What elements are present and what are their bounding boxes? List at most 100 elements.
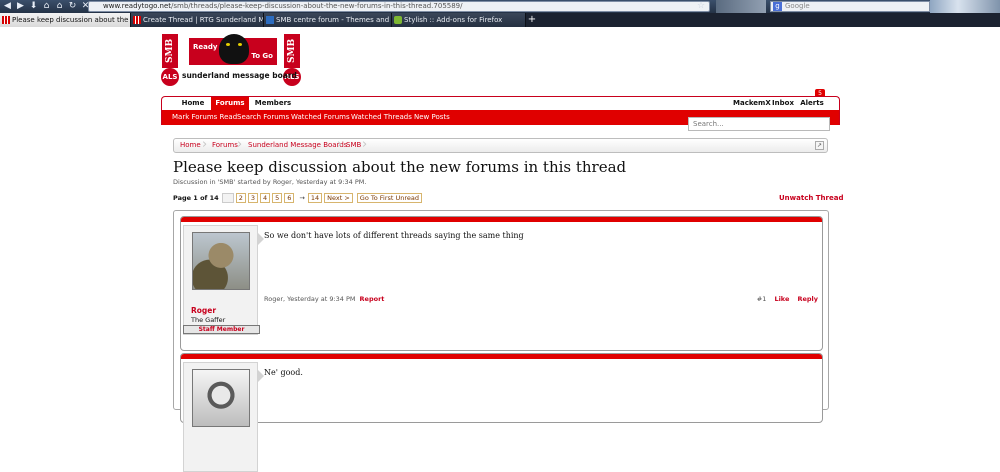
browser-tab-label: SMB centre forum - Themes and Skins f... — [276, 16, 391, 24]
thread-title: Please keep discussion about the new for… — [173, 158, 627, 176]
browser-tab-label: Stylish :: Add-ons for Firefox — [404, 16, 503, 24]
user-info: Roger The Gaffer Staff Member — [183, 225, 260, 335]
user-title: The Gaffer — [191, 316, 226, 324]
google-icon: g — [773, 2, 782, 11]
message-text: So we don't have lots of different threa… — [264, 231, 524, 240]
post-author-date[interactable]: Roger, Yesterday at 9:34 PM — [264, 295, 356, 303]
alerts-link[interactable]: Alerts — [799, 97, 825, 110]
reply-link[interactable]: Reply — [797, 295, 818, 303]
post-header-bar — [181, 354, 822, 359]
history-icon[interactable]: ⌂ — [41, 1, 52, 12]
browser-nav-buttons: ◀ ▶ ⬇ ⌂ ⌂ ↻ ✕ — [2, 1, 91, 12]
page-link[interactable]: 3 — [247, 193, 258, 203]
breadcrumb-separator: › — [362, 137, 368, 152]
thread-meta: Discussion in 'SMB' started by Roger, Ye… — [173, 178, 367, 186]
logo-to-go-text: To Go — [251, 52, 273, 60]
report-link[interactable]: Report — [360, 295, 385, 303]
mark-forums-read-link[interactable]: Mark Forums Read — [172, 110, 237, 125]
browser-tab-label: Create Thread | RTG Sunderland Messag... — [143, 16, 264, 24]
logo-ready-text: Ready — [193, 43, 218, 51]
watched-threads-link[interactable]: Watched Threads — [351, 110, 412, 125]
browser-tab-4[interactable]: Stylish :: Add-ons for Firefox — [392, 13, 526, 27]
site-logo[interactable]: SMB SMB ALS ALS Ready To Go sunderland m… — [161, 34, 301, 87]
url-host: www.readytogo.net — [103, 2, 172, 10]
address-bar[interactable]: www.readytogo.net/smb/threads/please-kee… — [88, 1, 710, 12]
page-nav: Page 1 of 14 2 3 4 5 6 → 14 Next > Go To… — [173, 193, 424, 203]
nav-tab-members[interactable]: Members — [254, 97, 292, 110]
browser-tab-2[interactable]: Create Thread | RTG Sunderland Messag... — [131, 13, 264, 27]
post: Ne' good. — [180, 353, 823, 472]
staff-member-ribbon: Staff Member — [183, 325, 260, 334]
browser-search-placeholder: Google — [785, 2, 810, 10]
logo-smb-left: SMB — [162, 34, 178, 68]
go-to-first-unread-button[interactable]: Go To First Unread — [356, 193, 423, 203]
post-actions: #1 Like Reply — [751, 295, 818, 303]
breadcrumb-smb[interactable]: SMB — [346, 139, 361, 152]
avatar[interactable] — [192, 232, 250, 290]
back-icon[interactable]: ◀ — [2, 1, 13, 12]
logo-smb-right: SMB — [284, 34, 300, 68]
url-path: /smb/threads/please-keep-discussion-abou… — [171, 2, 463, 10]
user-info — [183, 362, 258, 472]
rtg-favicon-icon — [133, 16, 141, 24]
browser-toolbar: ◀ ▶ ⬇ ⌂ ⌂ ↻ ✕ www.readytogo.net/smb/thre… — [0, 0, 1000, 13]
smb-favicon-icon — [266, 16, 274, 24]
reload-icon[interactable]: ↻ — [67, 1, 78, 12]
stylish-favicon-icon — [394, 16, 402, 24]
message-list: Roger The Gaffer Staff Member So we don'… — [173, 210, 829, 472]
message-text: Ne' good. — [264, 368, 303, 377]
download-icon[interactable]: ⬇ — [28, 1, 39, 12]
message-meta: Roger, Yesterday at 9:34 PM Report #1 Lik… — [264, 295, 818, 305]
browser-tab-label: Please keep discussion about the new... — [12, 16, 130, 24]
logo-badge-left: ALS — [161, 68, 179, 86]
page-last-link[interactable]: 14 — [307, 193, 323, 203]
home-icon[interactable]: ⌂ — [54, 1, 65, 12]
page-link[interactable]: 4 — [259, 193, 271, 203]
jump-to-icon[interactable]: ↗ — [815, 141, 824, 150]
inbox-link[interactable]: Inbox — [771, 97, 795, 110]
watched-forums-link[interactable]: Watched Forums — [291, 110, 350, 125]
nav-tab-home[interactable]: Home — [179, 97, 207, 110]
page-link[interactable]: 5 — [272, 193, 283, 203]
rtg-favicon-icon — [2, 16, 10, 24]
account-link[interactable]: MackemX — [733, 97, 771, 110]
breadcrumb-separator: › — [237, 137, 243, 152]
nav-tab-forums[interactable]: Forums — [211, 97, 249, 110]
page-link[interactable]: 2 — [235, 193, 246, 203]
next-page-button[interactable]: Next > — [324, 193, 353, 203]
browser-tab-3[interactable]: SMB centre forum - Themes and Skins f... — [264, 13, 392, 27]
breadcrumb-separator: › — [202, 137, 208, 152]
username[interactable]: Roger — [191, 306, 216, 315]
breadcrumb-home[interactable]: Home — [180, 139, 201, 152]
forum-search-input[interactable]: Search... — [688, 117, 830, 131]
panther-head-icon — [219, 34, 249, 64]
web-page: SMB SMB ALS ALS Ready To Go sunderland m… — [0, 27, 1000, 472]
avatar[interactable] — [192, 369, 250, 427]
logo-banner: Ready To Go — [189, 34, 277, 65]
logo-board-name: sunderland message board — [182, 71, 297, 80]
breadcrumb-sunderland-message-boards[interactable]: Sunderland Message Boards — [248, 139, 347, 152]
close-tab-icon[interactable]: ✕ — [121, 13, 127, 27]
search-forums-link[interactable]: Search Forums — [237, 110, 289, 125]
browser-search-field[interactable]: g Google — [770, 1, 930, 12]
breadcrumb-separator: › — [337, 137, 343, 152]
unwatch-thread-link[interactable]: Unwatch Thread — [779, 194, 843, 202]
page-link[interactable]: 6 — [284, 193, 295, 203]
post: Roger The Gaffer Staff Member So we don'… — [180, 216, 823, 351]
page-current — [221, 193, 234, 203]
breadcrumb: Home › Forums › Sunderland Message Board… — [173, 138, 828, 153]
bookmark-star-icon[interactable]: ☆ — [697, 1, 708, 12]
main-nav: Home Forums Members MackemX Inbox Alerts — [161, 96, 840, 110]
tab-bar: Please keep discussion about the new...✕… — [0, 13, 1000, 27]
toolbar-decoration — [716, 0, 766, 13]
window-decoration — [930, 0, 1000, 13]
post-number[interactable]: #1 — [757, 295, 767, 303]
post-header-bar — [181, 217, 822, 222]
breadcrumb-forums[interactable]: Forums — [212, 139, 238, 152]
like-link[interactable]: Like — [774, 295, 789, 303]
forward-icon[interactable]: ▶ — [15, 1, 26, 12]
new-tab-button[interactable]: + — [526, 13, 538, 27]
browser-tab-1[interactable]: Please keep discussion about the new...✕ — [0, 13, 131, 27]
new-posts-link[interactable]: New Posts — [414, 110, 450, 125]
page-skip-arrow: → — [299, 194, 305, 202]
